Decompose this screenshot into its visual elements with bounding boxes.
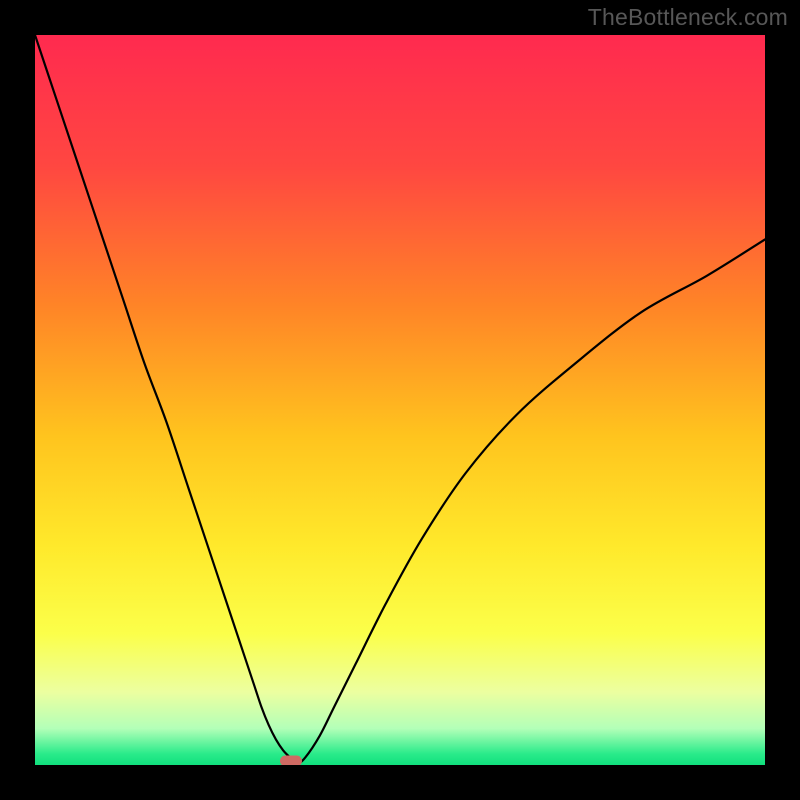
watermark-text: TheBottleneck.com	[588, 4, 788, 31]
plot-area	[35, 35, 765, 765]
bottleneck-curve	[35, 35, 765, 765]
minimum-marker	[280, 756, 302, 765]
chart-frame: TheBottleneck.com	[0, 0, 800, 800]
